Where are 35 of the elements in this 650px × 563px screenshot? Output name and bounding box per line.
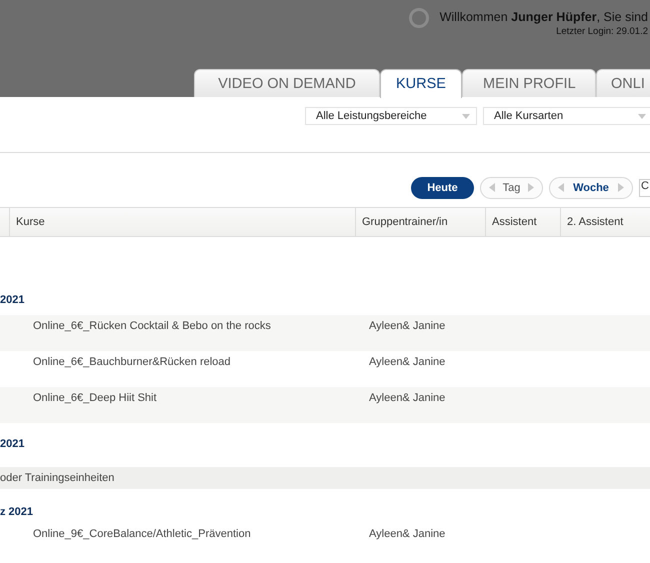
notice-row: oder Trainingseinheiten [0,467,650,489]
date-heading: 2021 [0,294,24,306]
column-header: Gruppentrainer/in [356,208,486,236]
previous-arrow-icon [558,183,564,192]
dropdown-caret-icon [462,114,470,118]
nav-tab[interactable]: MEIN PROFIL [462,69,596,97]
trainer-cell: Ayleen& Janine [369,392,446,404]
filter-dropdown[interactable]: Alle Kursarten [483,107,650,125]
trainer-cell: Ayleen& Janine [369,320,446,332]
week-stepper[interactable]: Woche [549,176,633,198]
column-header: Assistent [486,208,561,236]
date-heading: 2021 [0,438,24,450]
welcome-text: Willkommen Junger Hüpfer, Sie sind [440,10,648,24]
loading-spinner-icon [408,7,430,29]
course-link[interactable]: Online_6€_Deep Hiit Shit [33,392,369,404]
column-header: 2. Assistent [566,215,624,230]
date-field[interactable]: C [639,178,650,196]
course-link[interactable]: Online_9€_CoreBalance/Athletic_Prävention [33,528,369,540]
day-stepper[interactable]: Tag [480,176,543,198]
course-link[interactable]: Online_6€_Rücken Cocktail & Bebo on the rocks [33,320,369,332]
nav-tab[interactable]: KURSE [380,69,462,98]
today-button[interactable]: Heute [411,176,474,198]
nav-tab[interactable]: ONLI [596,69,650,97]
trainer-cell: Ayleen& Janine [369,528,446,540]
nav-tab[interactable]: VIDEO ON DEMAND [194,69,380,97]
trainer-cell: Ayleen& Janine [369,356,446,368]
course-link[interactable]: Online_6€_Bauchburner&Rücken reload [33,356,369,368]
next-arrow-icon [618,183,624,192]
column-header: Kurse [10,208,356,236]
next-arrow-icon [528,183,534,192]
dropdown-caret-icon [638,114,646,118]
previous-arrow-icon [489,183,495,192]
last-login-text: Letzter Login: 29.01.2 [556,26,648,37]
filter-dropdown[interactable]: Alle Leistungsbereiche [305,107,477,125]
date-heading: z 2021 [0,506,34,518]
